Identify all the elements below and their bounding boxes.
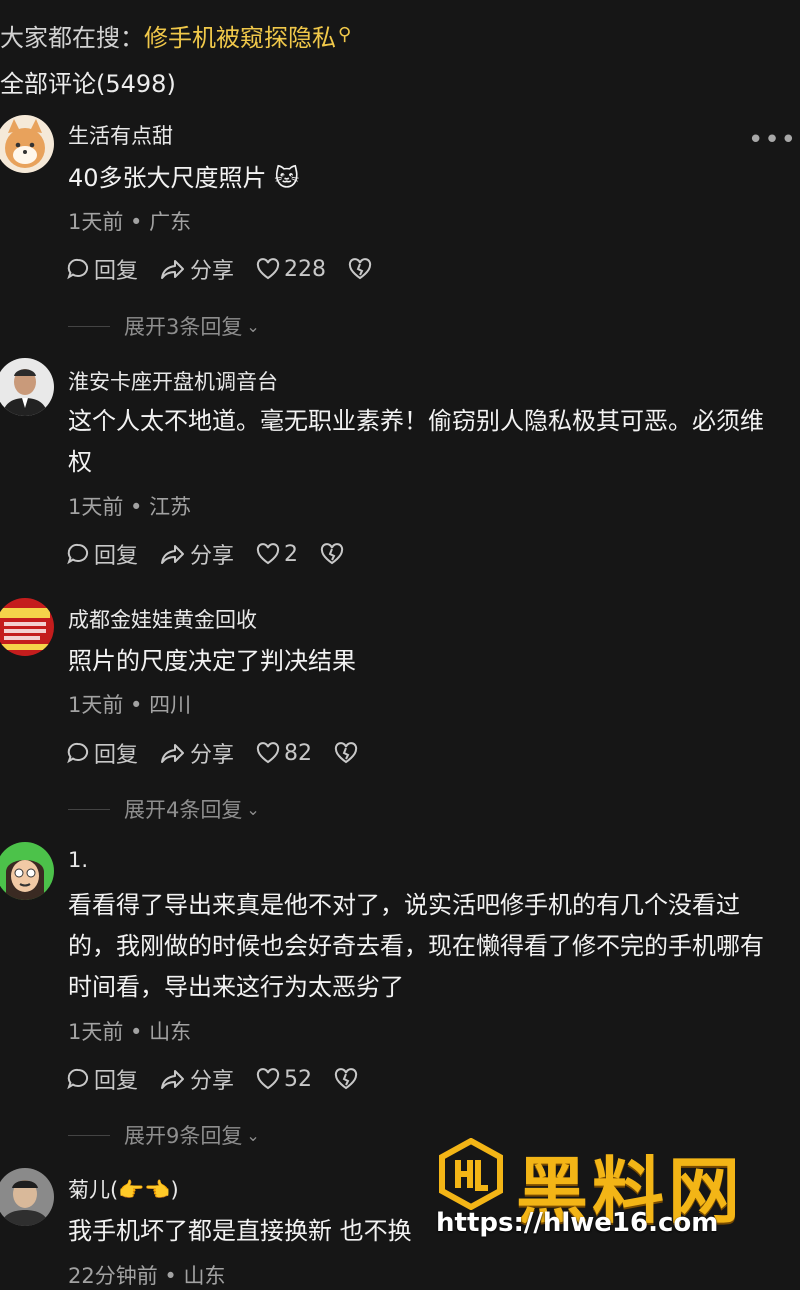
username[interactable]: 生活有点甜 [68,120,173,150]
username[interactable]: 淮安卡座开盘机调音台 [68,366,278,396]
like-count: 52 [284,1066,313,1092]
reply-icon [67,543,89,565]
comment-actions: 回复 分享 82 [66,738,362,768]
watermark-url: https://hlwe16.com [436,1208,719,1238]
dislike-button[interactable] [334,742,362,764]
divider [68,1134,110,1136]
divider [68,808,110,810]
reply-button[interactable]: 回复 [66,1063,138,1095]
broken-heart-icon [334,1068,358,1090]
chevron-down-icon: ⌄ [246,799,260,819]
comment-time: 1天前 [68,1020,124,1044]
share-button[interactable]: 分享 [160,538,234,570]
username[interactable]: 成都金娃娃黄金回收 [68,604,257,634]
like-button[interactable]: 52 [256,1067,312,1092]
more-options-icon[interactable]: ••• [748,127,797,153]
comment-count-title: 全部评论(5498) [0,70,176,98]
reply-button[interactable]: 回复 [66,737,138,769]
share-button[interactable]: 分享 [160,1063,234,1095]
heart-icon [256,1068,280,1090]
reply-button[interactable]: 回复 [66,253,138,285]
broken-heart-icon [320,543,344,565]
dislike-button[interactable] [348,258,376,280]
chevron-down-icon: ⌄ [246,316,260,336]
reply-button[interactable]: 回复 [66,538,138,570]
expand-replies-button[interactable]: 展开4条回复 ⌄ [68,794,260,824]
search-icon: ⚲ [338,24,352,45]
comment-meta: 1天前 • 江苏 [68,495,192,519]
comment-actions: 回复 分享 52 [66,1064,362,1094]
heart-icon [256,543,280,565]
share-icon [161,744,185,763]
like-button[interactable]: 2 [256,542,298,567]
expand-replies-button[interactable]: 展开3条回复 ⌄ [68,311,260,341]
reply-icon [67,1068,89,1090]
comment-text: 照片的尺度决定了判决结果 [68,647,356,675]
comment-actions: 回复 分享 2 [66,539,348,569]
comment-location: 四川 [149,693,192,717]
like-count: 228 [284,256,327,282]
avatar[interactable] [0,358,54,416]
reply-icon [67,742,89,764]
avatar[interactable] [0,842,54,900]
search-prefix: 大家都在搜： [0,24,144,52]
site-watermark: 黑料网 https://hlwe16.com [436,1138,796,1248]
comment-text: 40多张大尺度照片 🐱 [68,164,300,192]
comment-text: 这个人太不地道。毫无职业素养！偷窃别人隐私极其可恶。必须维权 [68,407,764,476]
comment-meta: 1天前 • 山东 [68,1020,192,1044]
comment-time: 22分钟前 [68,1264,158,1288]
comment-location: 江苏 [149,495,192,519]
search-keyword-link[interactable]: 修手机被窥探隐私 [144,24,336,52]
heart-icon [256,258,280,280]
avatar[interactable] [0,1168,54,1226]
expand-replies-button[interactable]: 展开9条回复 ⌄ [68,1120,260,1150]
comment-location: 山东 [183,1264,226,1288]
share-icon [161,260,185,279]
comment-time: 1天前 [68,210,124,234]
broken-heart-icon [348,258,372,280]
broken-heart-icon [334,742,358,764]
comment-location: 广东 [149,210,192,234]
dislike-button[interactable] [334,1068,362,1090]
share-icon [161,1070,185,1089]
like-button[interactable]: 82 [256,741,312,766]
heart-icon [256,742,280,764]
comment-meta: 1天前 • 四川 [68,693,192,717]
username[interactable]: 菊儿(👉👈) [68,1174,179,1204]
comment-text: 看看得了导出来真是他不对了，说实活吧修手机的有几个没看过的，我刚做的时候也会好奇… [68,891,764,1001]
divider [68,325,110,327]
like-button[interactable]: 228 [256,257,326,282]
comment-time: 1天前 [68,495,124,519]
search-suggestion[interactable]: 大家都在搜：修手机被窥探隐私 ⚲ [0,18,351,53]
dislike-button[interactable] [320,543,348,565]
share-button[interactable]: 分享 [160,737,234,769]
chevron-down-icon: ⌄ [246,1125,260,1145]
like-count: 2 [284,541,299,567]
comment-actions: 回复 分享 228 [66,254,376,284]
comment-time: 1天前 [68,693,124,717]
comment-meta: 22分钟前 • 山东 [68,1264,226,1288]
comment-location: 山东 [149,1020,192,1044]
share-icon [161,545,185,564]
share-button[interactable]: 分享 [160,253,234,285]
watermark-logo-icon [439,1138,503,1210]
comment-meta: 1天前 • 广东 [68,210,192,234]
like-count: 82 [284,740,313,766]
reply-icon [67,258,89,280]
username[interactable]: 1. [68,848,88,872]
avatar[interactable] [0,115,54,173]
avatar[interactable] [0,598,54,656]
